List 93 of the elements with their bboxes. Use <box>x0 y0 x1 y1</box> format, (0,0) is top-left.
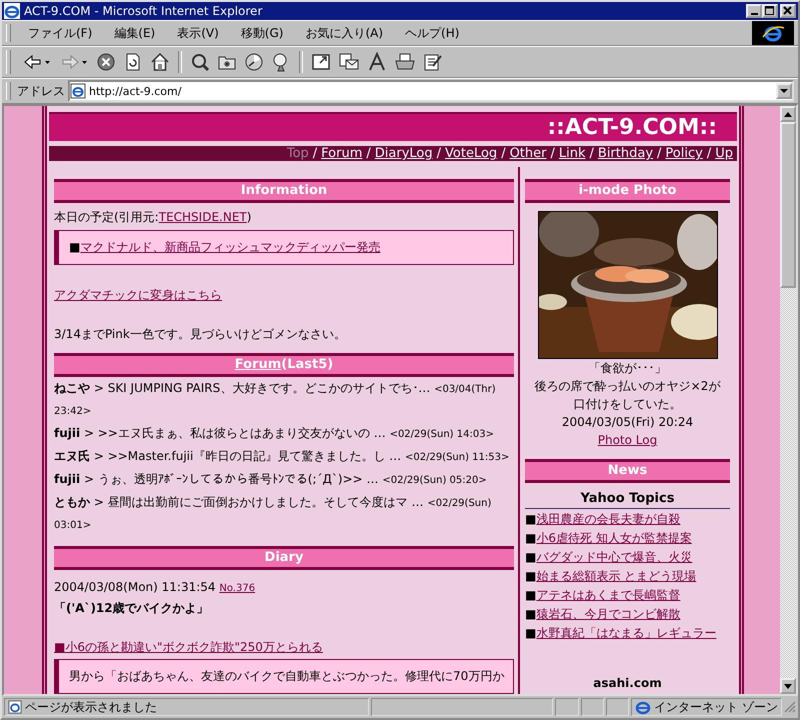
nav-link[interactable]: DiaryLog <box>374 146 433 161</box>
nav-link[interactable]: Link <box>558 146 586 161</box>
schedule-label-end: ) <box>246 210 252 224</box>
scroll-down-button[interactable] <box>780 678 796 694</box>
menu-item[interactable]: 表示(V) <box>166 24 230 42</box>
menu-item[interactable]: 移動(G) <box>230 24 294 42</box>
news-source-title: Yahoo Topics <box>525 491 730 509</box>
nav-separator: / <box>312 146 318 161</box>
nav-link[interactable]: Forum <box>321 146 362 161</box>
globe-icon <box>635 699 652 715</box>
browser-logo <box>752 21 794 45</box>
nav-separator: / <box>657 146 662 161</box>
menu-item[interactable]: ヘルプ(H) <box>394 24 470 42</box>
nav-link[interactable]: Birthday <box>598 146 654 161</box>
forum-post: fujii > >>エヌ氏まぁ、私は彼らとはあまり交友がないの … <02/29(Sun) 14:03> <box>54 425 495 442</box>
address-label: アドレス <box>17 82 66 100</box>
bullet-mark: ■ <box>525 607 536 621</box>
page-icon <box>70 83 86 99</box>
forum-post: ともか > 昼間は出勤前にご面倒おかけしました。そして今度はマ … <02/29(Sun) 03:01> <box>54 494 492 533</box>
forum-post: fujii > うぉ、透明ｱﾎﾞｰﾝしてるから番号ﾄﾝでる(;´Д`)>> … <02/29(Sun) 05:20> <box>54 471 488 488</box>
status-panel <box>580 698 604 716</box>
status-panel <box>555 698 578 716</box>
bullet-mark: ■ <box>525 512 536 526</box>
nav-link[interactable]: Up <box>715 146 733 161</box>
nav-separator: / <box>550 146 555 161</box>
news-link[interactable]: バグダッド中心で爆音、火災 <box>536 550 692 564</box>
article-link[interactable]: ■小6の孫と勘違い"ボクボク詐欺"250万とられる <box>54 640 323 654</box>
entry-number-link[interactable]: No.376 <box>219 583 256 594</box>
bullet-mark: ■ <box>525 550 536 564</box>
bullet-mark: ■ <box>525 569 536 583</box>
minimize-button[interactable] <box>746 4 762 18</box>
nav-separator: / <box>366 146 371 161</box>
news-link[interactable]: 水野真紀「はなまる」レギュラー <box>536 626 716 640</box>
forum-post: エヌ氏 > >>Master.fujii『昨日の日記』見て驚きました。し … <02/29(Sun) 11:53> <box>54 448 510 465</box>
scroll-thumb[interactable] <box>780 122 796 288</box>
scroll-up-button[interactable] <box>780 106 796 122</box>
news-link[interactable]: 小6虐待死 知人女が監禁提案 <box>536 531 692 545</box>
photo-caption: 後ろの席で酔っ払いのオヤジ×2が口付けをしていた。 <box>534 378 722 413</box>
header-suffix: (Last5) <box>281 357 334 372</box>
minimize-icon <box>750 13 758 15</box>
up-arrow-icon <box>784 112 792 116</box>
schedule-label: 本日の予定(引用元: <box>54 210 159 224</box>
nav-link[interactable]: VoteLog <box>445 146 498 161</box>
news-link[interactable]: 始まる総額表示 とまどう現場 <box>536 569 696 583</box>
transform-link[interactable]: アクダマチックに変身はこちら <box>54 288 222 302</box>
photo-date: 2004/03/05(Fri) 20:24 <box>560 414 694 431</box>
notice-text: 3/14までPink一色です。見づらいけどゴメンなさい。 <box>54 327 346 341</box>
nav-separator: / <box>501 146 506 161</box>
bullet-mark: ■ <box>525 531 536 545</box>
section-header: i-mode Photo <box>525 179 730 203</box>
news-link[interactable]: 猿岩石、今月でコンビ解散 <box>536 607 680 621</box>
security-zone: インターネット ゾーン <box>654 698 778 716</box>
bullet-mark: ■ <box>69 240 80 254</box>
nav-separator: / <box>706 146 712 161</box>
menu-item[interactable]: お気に入り(A) <box>294 24 394 42</box>
close-button[interactable] <box>780 4 796 18</box>
resize-grip-icon <box>784 701 796 713</box>
section-header: News <box>525 459 730 483</box>
scrollbar[interactable] <box>780 106 796 694</box>
news-link[interactable]: 浅田農産の会長夫妻が自殺 <box>536 512 680 526</box>
nav-separator: / <box>590 146 594 161</box>
forum-post: ねこや > SKI JUMPING PAIRS、大好きです。どこかのサイトでち･… <03/04(Thr) 23:42> <box>54 380 497 419</box>
page-icon <box>8 700 22 714</box>
nav-separator: / <box>436 146 442 161</box>
menu-item[interactable]: 編集(E) <box>103 24 166 42</box>
address-field[interactable]: http://act-9.com/ <box>68 80 794 102</box>
headline-link[interactable]: マクドナルド、新商品フィッシュマックディッパー発売 <box>80 240 380 254</box>
nav-link[interactable]: Other <box>510 146 546 161</box>
window-title: ACT-9.COM - Microsoft Internet Explorer <box>24 4 264 18</box>
quote-text: 男から「おばあちゃん、友達のバイクで自動車とぶつかった。修理代に70万円か <box>69 669 504 683</box>
news-link[interactable]: アテネはあくまで長嶋監督 <box>536 588 680 602</box>
menu-item[interactable]: ファイル(F) <box>17 24 104 42</box>
section-header: Diary <box>54 546 514 570</box>
caret-icon <box>780 88 788 94</box>
news-source-title: asahi.com <box>593 676 662 690</box>
photo-caption-title: 「食欲が･･･」 <box>588 360 668 377</box>
bullet-mark: ■ <box>525 588 536 602</box>
maximize-icon <box>765 6 775 16</box>
down-arrow-icon <box>784 684 792 688</box>
diary-title: 「('A`)12歳でバイクかよ」 <box>54 601 209 615</box>
source-link[interactable]: TECHSIDE.NET <box>158 210 247 224</box>
section-header: Information <box>54 179 514 203</box>
nav-link[interactable]: Top <box>286 146 309 161</box>
status-message: ページが表示されました <box>25 698 157 716</box>
maximize-button[interactable] <box>762 4 778 18</box>
dropdown-button[interactable] <box>776 83 792 99</box>
status-panel <box>606 698 630 716</box>
bullet-mark: ■ <box>525 626 536 640</box>
photo-log-link[interactable]: Photo Log <box>598 433 658 447</box>
site-title: ::ACT-9.COM:: <box>547 115 717 140</box>
nav-link[interactable]: Policy <box>665 146 703 161</box>
close-icon <box>783 6 793 16</box>
diary-datetime: 2004/03/08(Mon) 11:31:54 <box>54 580 216 594</box>
